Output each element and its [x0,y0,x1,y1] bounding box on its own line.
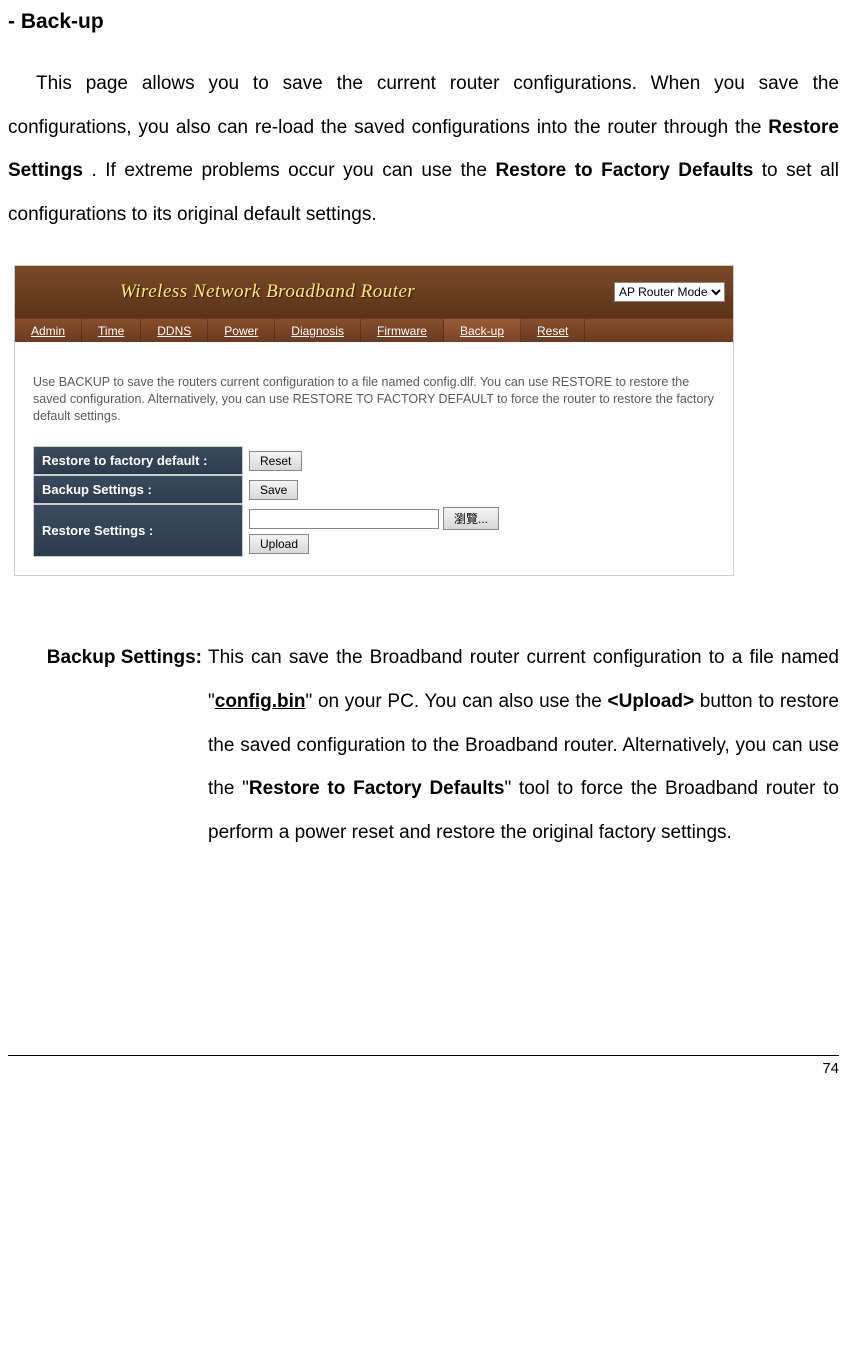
row-restore-settings: Restore Settings : 瀏覽... Upload [33,504,715,557]
tab-time[interactable]: Time [82,319,141,342]
mode-select[interactable]: AP Router Mode [614,282,725,302]
intro-paragraph: This page allows you to save the current… [8,62,839,237]
reset-button[interactable]: Reset [249,451,302,471]
label-factory-default: Restore to factory default : [33,446,243,475]
section-heading: - Back-up [8,10,839,34]
router-tabs: Admin Time DDNS Power Diagnosis Firmware… [15,318,733,342]
tab-reset[interactable]: Reset [521,319,585,342]
router-screenshot: Wireless Network Broadband Router AP Rou… [14,265,734,577]
label-restore-settings: Restore Settings : [33,504,243,557]
definition-term: Backup Settings: [8,636,208,854]
tab-firmware[interactable]: Firmware [361,319,444,342]
intro-text-a: This page allows you to save the current… [8,73,839,138]
row-factory-default: Restore to factory default : Reset [33,446,715,475]
label-backup-settings: Backup Settings : [33,475,243,504]
def-config-bin: config.bin [215,691,306,712]
def-text-2: " on your PC. You can also use the [306,691,608,712]
intro-text-b: . If extreme problems occur you can use … [91,160,495,181]
def-restore: Restore to Factory Defaults [249,778,505,799]
definition-body: This can save the Broadband router curre… [208,636,839,854]
page-number: 74 [822,1060,839,1077]
def-upload: <Upload> [608,691,695,712]
intro-bold-factory-defaults: Restore to Factory Defaults [495,160,753,181]
tab-admin[interactable]: Admin [15,319,82,342]
router-panel-body: Use BACKUP to save the routers current c… [15,342,733,576]
upload-button[interactable]: Upload [249,534,309,554]
router-banner: Wireless Network Broadband Router AP Rou… [15,266,733,318]
tab-ddns[interactable]: DDNS [141,319,208,342]
page-footer: 74 [8,1055,839,1077]
router-help-text: Use BACKUP to save the routers current c… [33,374,715,425]
browse-button[interactable]: 瀏覽... [443,507,499,530]
tab-diagnosis[interactable]: Diagnosis [275,319,361,342]
restore-file-input[interactable] [249,509,439,529]
row-backup-settings: Backup Settings : Save [33,475,715,504]
tab-backup[interactable]: Back-up [444,319,521,342]
tab-power[interactable]: Power [208,319,275,342]
definition-block: Backup Settings: This can save the Broad… [8,636,839,854]
router-title: Wireless Network Broadband Router [120,281,415,303]
save-button[interactable]: Save [249,480,298,500]
